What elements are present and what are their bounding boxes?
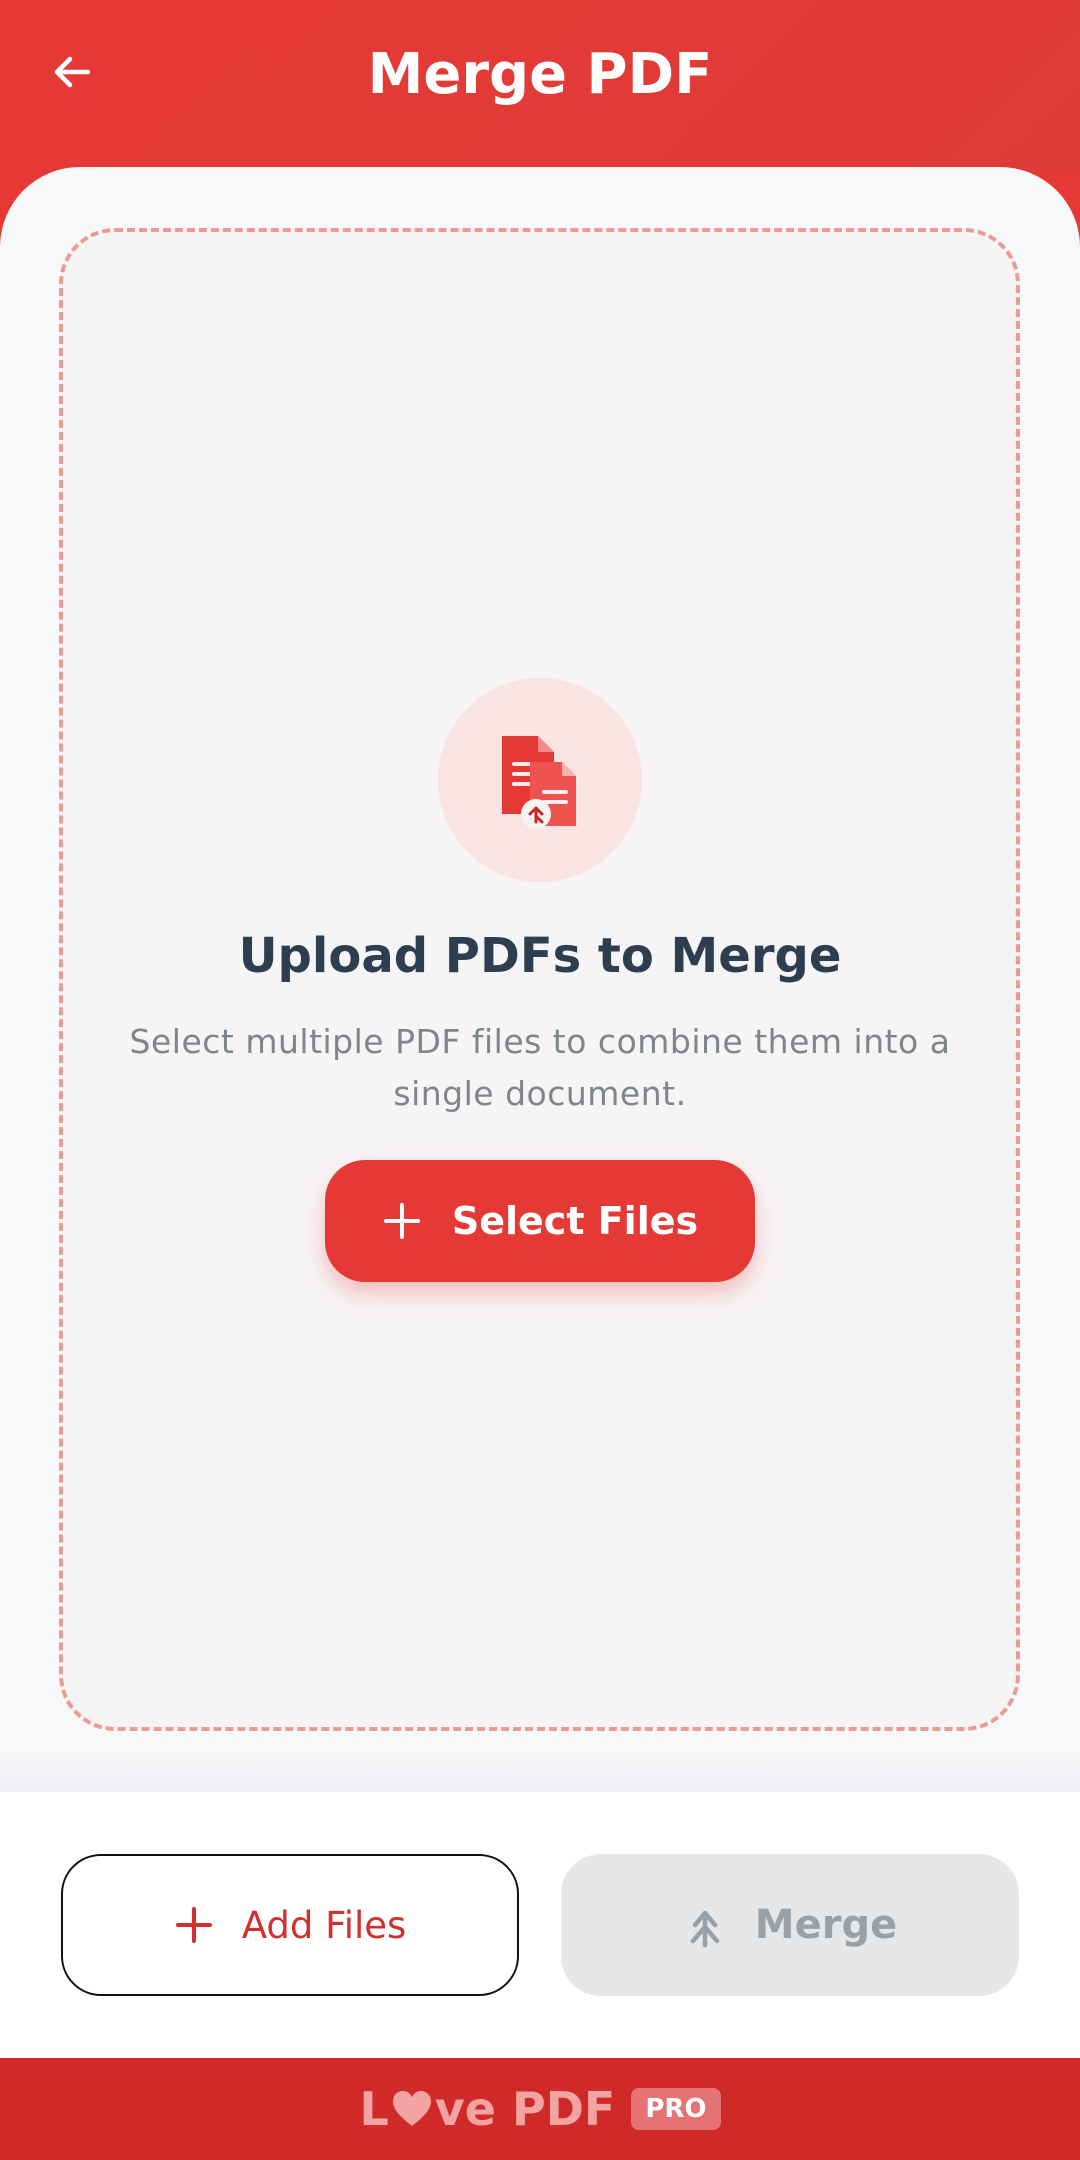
plus-icon <box>383 1203 420 1239</box>
page-title: Merge PDF <box>367 42 713 107</box>
pro-badge: PRO <box>631 2088 721 2130</box>
upload-icon-container <box>438 678 642 882</box>
select-files-button[interactable]: Select Files <box>325 1160 755 1282</box>
heart-icon <box>391 2089 433 2129</box>
brand-text-start: L <box>359 2082 389 2136</box>
dropzone-heading: Upload PDFs to Merge <box>238 928 842 984</box>
brand-logo: L ve PDF <box>359 2082 615 2136</box>
plus-icon <box>175 1907 212 1943</box>
footer-branding: L ve PDF PRO <box>0 2058 1080 2160</box>
merge-pdf-files-icon <box>502 736 576 829</box>
brand-text-end: ve PDF <box>434 2082 616 2136</box>
add-files-label: Add Files <box>241 1903 407 1947</box>
divider-shadow <box>0 1748 1080 1792</box>
app-bar: Merge PDF <box>0 0 1080 170</box>
merge-icon <box>690 1910 720 1948</box>
merge-button[interactable]: Merge <box>561 1854 1019 1996</box>
select-files-label: Select Files <box>451 1199 699 1243</box>
merge-label: Merge <box>754 1902 898 1948</box>
dropzone-description: Select multiple PDF files to combine the… <box>129 1022 951 1113</box>
add-files-button[interactable]: Add Files <box>61 1854 519 1996</box>
